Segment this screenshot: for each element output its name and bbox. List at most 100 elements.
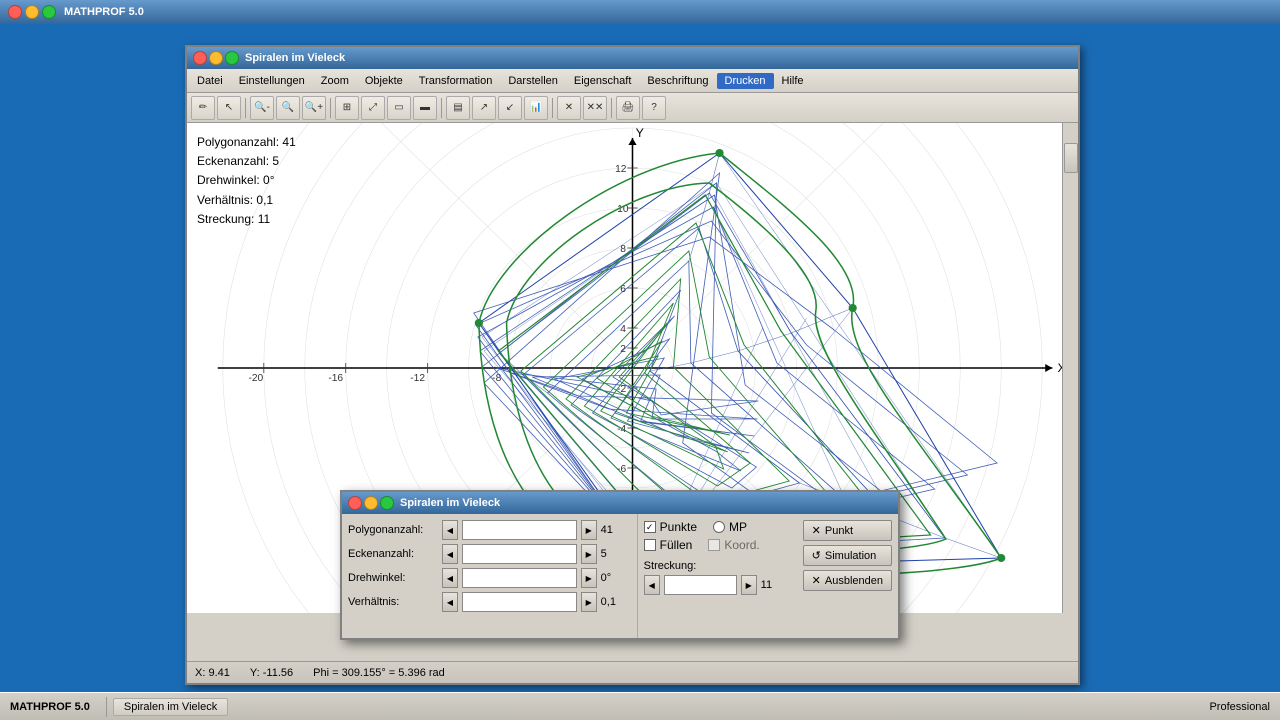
outer-titlebar: MATHPROF 5.0	[0, 0, 1280, 24]
dialog-arrow-right-eckenanzahl[interactable]: ▶	[581, 544, 597, 564]
toolbar-fit-btn[interactable]: ⤢	[361, 96, 385, 120]
simulation-label: Simulation	[825, 550, 876, 562]
dialog-arrow-left-eckenanzahl[interactable]: ◀	[442, 544, 458, 564]
scrollbar-vertical[interactable]	[1062, 123, 1078, 613]
menu-transformation[interactable]: Transformation	[411, 73, 501, 89]
scrollbar-thumb	[1064, 143, 1078, 173]
toolbar-frame2-btn[interactable]: ▬	[413, 96, 437, 120]
toolbar-select-btn[interactable]: ↖	[217, 96, 241, 120]
menu-hilfe[interactable]: Hilfe	[774, 73, 812, 89]
info-drehwinkel: Drehwinkel: 0°	[197, 171, 296, 190]
check-row-punkte: Punkte MP	[644, 520, 791, 534]
checkbox-punkte[interactable]	[644, 521, 656, 533]
toolbar-sep-4	[552, 98, 553, 118]
info-streckung-label: Streckung:	[197, 212, 254, 226]
maximize-btn-outer[interactable]	[42, 5, 56, 19]
menu-zoom[interactable]: Zoom	[313, 73, 357, 89]
dialog-row-verhaltnis: Verhältnis: ◀ ▶ 0,1	[348, 592, 631, 612]
dialog-arrow-right-verhaltnis[interactable]: ▶	[581, 592, 597, 612]
ausblenden-icon: ✕	[812, 574, 821, 587]
dialog-value-drehwinkel: 0°	[601, 572, 631, 584]
toolbar-import-btn[interactable]: ↙	[498, 96, 522, 120]
status-x: X: 9.41	[195, 667, 230, 679]
punkt-icon: ✕	[812, 524, 821, 537]
dialog-label-verhaltnis: Verhältnis:	[348, 596, 438, 608]
toolbar-sep-2	[330, 98, 331, 118]
toolbar-print-btn[interactable]: 🖨	[616, 96, 640, 120]
dialog-arrow-right-polygonanzahl[interactable]: ▶	[581, 520, 597, 540]
dialog-track-verhaltnis[interactable]	[462, 592, 577, 612]
toolbar-delete-btn[interactable]: ✕	[557, 96, 581, 120]
menu-einstellungen[interactable]: Einstellungen	[231, 73, 313, 89]
outer-title: MATHPROF 5.0	[64, 6, 144, 18]
outer-titlebar-buttons	[8, 5, 56, 19]
svg-text:-12: -12	[410, 373, 425, 384]
info-drehwinkel-label: Drehwinkel:	[197, 173, 260, 187]
maximize-btn-dialog[interactable]	[380, 496, 394, 510]
dialog-arrow-right-drehwinkel[interactable]: ▶	[581, 568, 597, 588]
menu-eigenschaft[interactable]: Eigenschaft	[566, 73, 639, 89]
info-polygonanzahl-value: 41	[282, 135, 295, 149]
taskbar-app-name: MATHPROF 5.0	[0, 701, 100, 713]
dialog-track-eckenanzahl[interactable]	[462, 544, 577, 564]
toolbar-draw-btn[interactable]: ✏	[191, 96, 215, 120]
close-btn-main[interactable]	[193, 51, 207, 65]
toolbar-clear-btn[interactable]: ✕✕	[583, 96, 607, 120]
dialog-track-drehwinkel[interactable]	[462, 568, 577, 588]
status-x-label: X:	[195, 667, 205, 679]
menu-darstellen[interactable]: Darstellen	[500, 73, 566, 89]
svg-text:12: 12	[615, 164, 627, 175]
toolbar-help-btn[interactable]: ?	[642, 96, 666, 120]
minimize-btn-main[interactable]	[209, 51, 223, 65]
toolbar-export-btn[interactable]: ↗	[472, 96, 496, 120]
menu-objekte[interactable]: Objekte	[357, 73, 411, 89]
dialog-value-streckung: 11	[761, 579, 791, 591]
taskbar: MATHPROF 5.0 Spiralen im Vieleck Profess…	[0, 692, 1280, 720]
ausblenden-button[interactable]: ✕ Ausblenden	[803, 570, 892, 591]
info-verhaltnis-label: Verhältnis:	[197, 193, 253, 207]
toolbar-zoom-out-btn[interactable]: 🔍-	[250, 96, 274, 120]
taskbar-professional: Professional	[1199, 701, 1280, 713]
punkt-label: Punkt	[825, 525, 853, 537]
punkt-button[interactable]: ✕ Punkt	[803, 520, 892, 541]
toolbar-frame-btn[interactable]: ▭	[387, 96, 411, 120]
dialog-track-streckung[interactable]	[664, 575, 737, 595]
dialog-row-polygonanzahl: Polygonanzahl: ◀ ▶ 41	[348, 520, 631, 540]
check-row-fullen: Füllen Koord.	[644, 538, 791, 552]
dialog-title: Spiralen im Vieleck	[400, 497, 500, 509]
checkbox-koord[interactable]	[708, 539, 720, 551]
checkbox-fullen[interactable]	[644, 539, 656, 551]
minimize-btn-dialog[interactable]	[364, 496, 378, 510]
streckung-section: Streckung: ◀ ▶ 11	[644, 558, 791, 595]
dialog-arrow-right-streckung[interactable]: ▶	[741, 575, 757, 595]
info-eckenanzahl-value: 5	[272, 154, 279, 168]
dialog-arrow-left-verhaltnis[interactable]: ◀	[442, 592, 458, 612]
close-btn-dialog[interactable]	[348, 496, 362, 510]
toolbar-chart-btn[interactable]: 📊	[524, 96, 548, 120]
toolbar-table-btn[interactable]: ▤	[446, 96, 470, 120]
toolbar-zoom-in-btn[interactable]: 🔍+	[302, 96, 326, 120]
main-titlebar-buttons	[193, 51, 239, 65]
dialog-arrow-left-polygonanzahl[interactable]: ◀	[442, 520, 458, 540]
info-overlay: Polygonanzahl: 41 Eckenanzahl: 5 Drehwin…	[197, 133, 296, 229]
dialog-arrow-left-streckung[interactable]: ◀	[644, 575, 660, 595]
close-btn-outer[interactable]	[8, 5, 22, 19]
menu-beschriftung[interactable]: Beschriftung	[639, 73, 716, 89]
status-y: Y: -11.56	[250, 667, 293, 679]
info-streckung-value: 11	[258, 212, 270, 226]
dialog-arrow-left-drehwinkel[interactable]: ◀	[442, 568, 458, 588]
dialog-track-polygonanzahl[interactable]	[462, 520, 577, 540]
info-verhaltnis-value: 0,1	[256, 193, 273, 207]
radio-mp[interactable]	[713, 521, 725, 533]
menu-drucken[interactable]: Drucken	[717, 73, 774, 89]
toolbar-zoom-reset-btn[interactable]: 🔍	[276, 96, 300, 120]
maximize-btn-main[interactable]	[225, 51, 239, 65]
simulation-button[interactable]: ↺ Simulation	[803, 545, 892, 566]
taskbar-window-item[interactable]: Spiralen im Vieleck	[113, 698, 228, 716]
menu-datei[interactable]: Datei	[189, 73, 231, 89]
svg-text:4: 4	[620, 324, 626, 335]
toolbar-grid-btn[interactable]: ⊞	[335, 96, 359, 120]
minimize-btn-outer[interactable]	[25, 5, 39, 19]
info-drehwinkel-value: 0°	[263, 173, 274, 187]
svg-text:Y: Y	[636, 126, 644, 140]
